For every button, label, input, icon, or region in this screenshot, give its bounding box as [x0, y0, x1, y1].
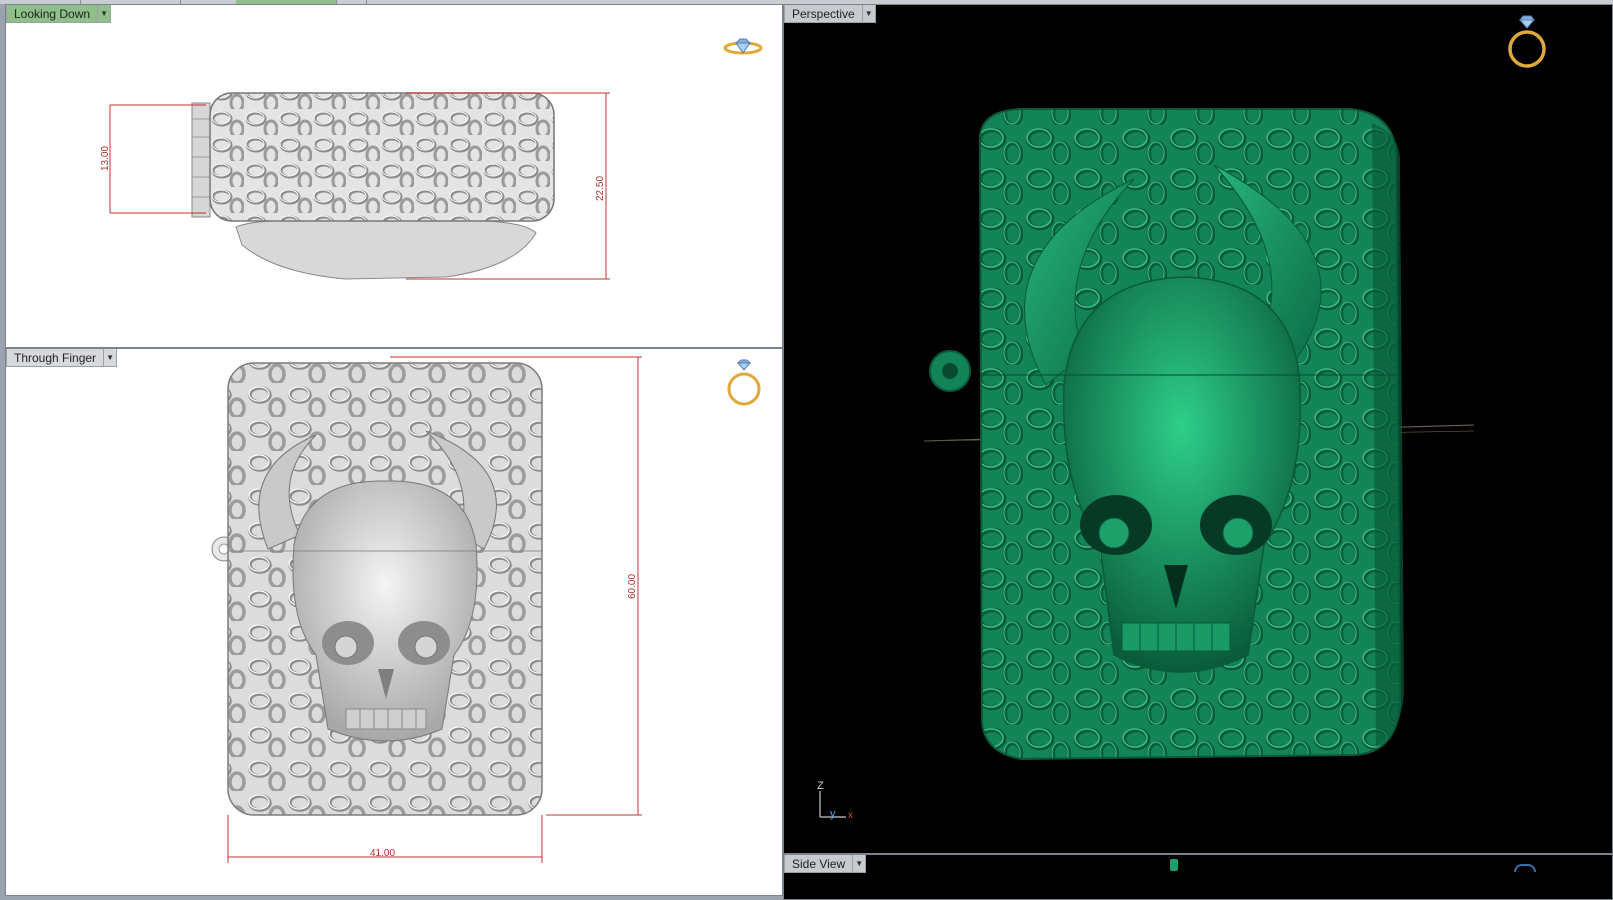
dimension-label-22-5: 22.50 [595, 176, 606, 201]
viewport-title: Looking Down [6, 5, 99, 23]
diamond-ring-flat-icon [723, 38, 763, 55]
dimension-label-60: 60.00 [627, 574, 638, 599]
viewport-label-perspective[interactable]: Perspective ▼ [784, 5, 876, 23]
ring-icon [727, 359, 761, 406]
chevron-down-icon[interactable]: ▼ [104, 349, 118, 367]
axis-label-x: x [848, 810, 853, 821]
viewport-title: Perspective [784, 5, 863, 23]
viewport-side-view[interactable]: Side View ▼ [783, 854, 1613, 900]
axis-label-z: Z [817, 780, 824, 792]
dimension-label-13: 13.00 [100, 146, 111, 171]
axis-label-y: y [830, 808, 836, 820]
dimension-label-41: 41.00 [370, 848, 395, 859]
model-front-view: 60.00 41.00 [211, 356, 642, 863]
viewport-title: Side View [784, 855, 854, 873]
model-top-view: 13.00 22.50 [100, 92, 610, 280]
viewport-title: Through Finger [6, 349, 105, 367]
viewport-through-finger[interactable]: Through Finger ▼ 60.00 41.00 [5, 348, 783, 896]
viewport-looking-down[interactable]: Looking Down ▼ 13.00 22.50 [5, 4, 783, 348]
chevron-down-icon[interactable]: ▼ [98, 5, 112, 23]
chevron-down-icon[interactable]: ▼ [853, 855, 867, 873]
side-view-ring-icon [1514, 864, 1536, 872]
viewport-perspective[interactable]: Perspective ▼ Z y x [783, 4, 1613, 854]
viewport-label-looking-down[interactable]: Looking Down ▼ [6, 5, 112, 23]
chevron-down-icon[interactable]: ▼ [862, 5, 876, 23]
model-perspective-view: Z y x [817, 108, 1475, 821]
ring-icon [1508, 15, 1546, 68]
viewport-label-side-view[interactable]: Side View ▼ [784, 855, 867, 873]
viewport-label-through-finger[interactable]: Through Finger ▼ [6, 349, 118, 367]
side-view-model-glimpse [1170, 859, 1178, 871]
